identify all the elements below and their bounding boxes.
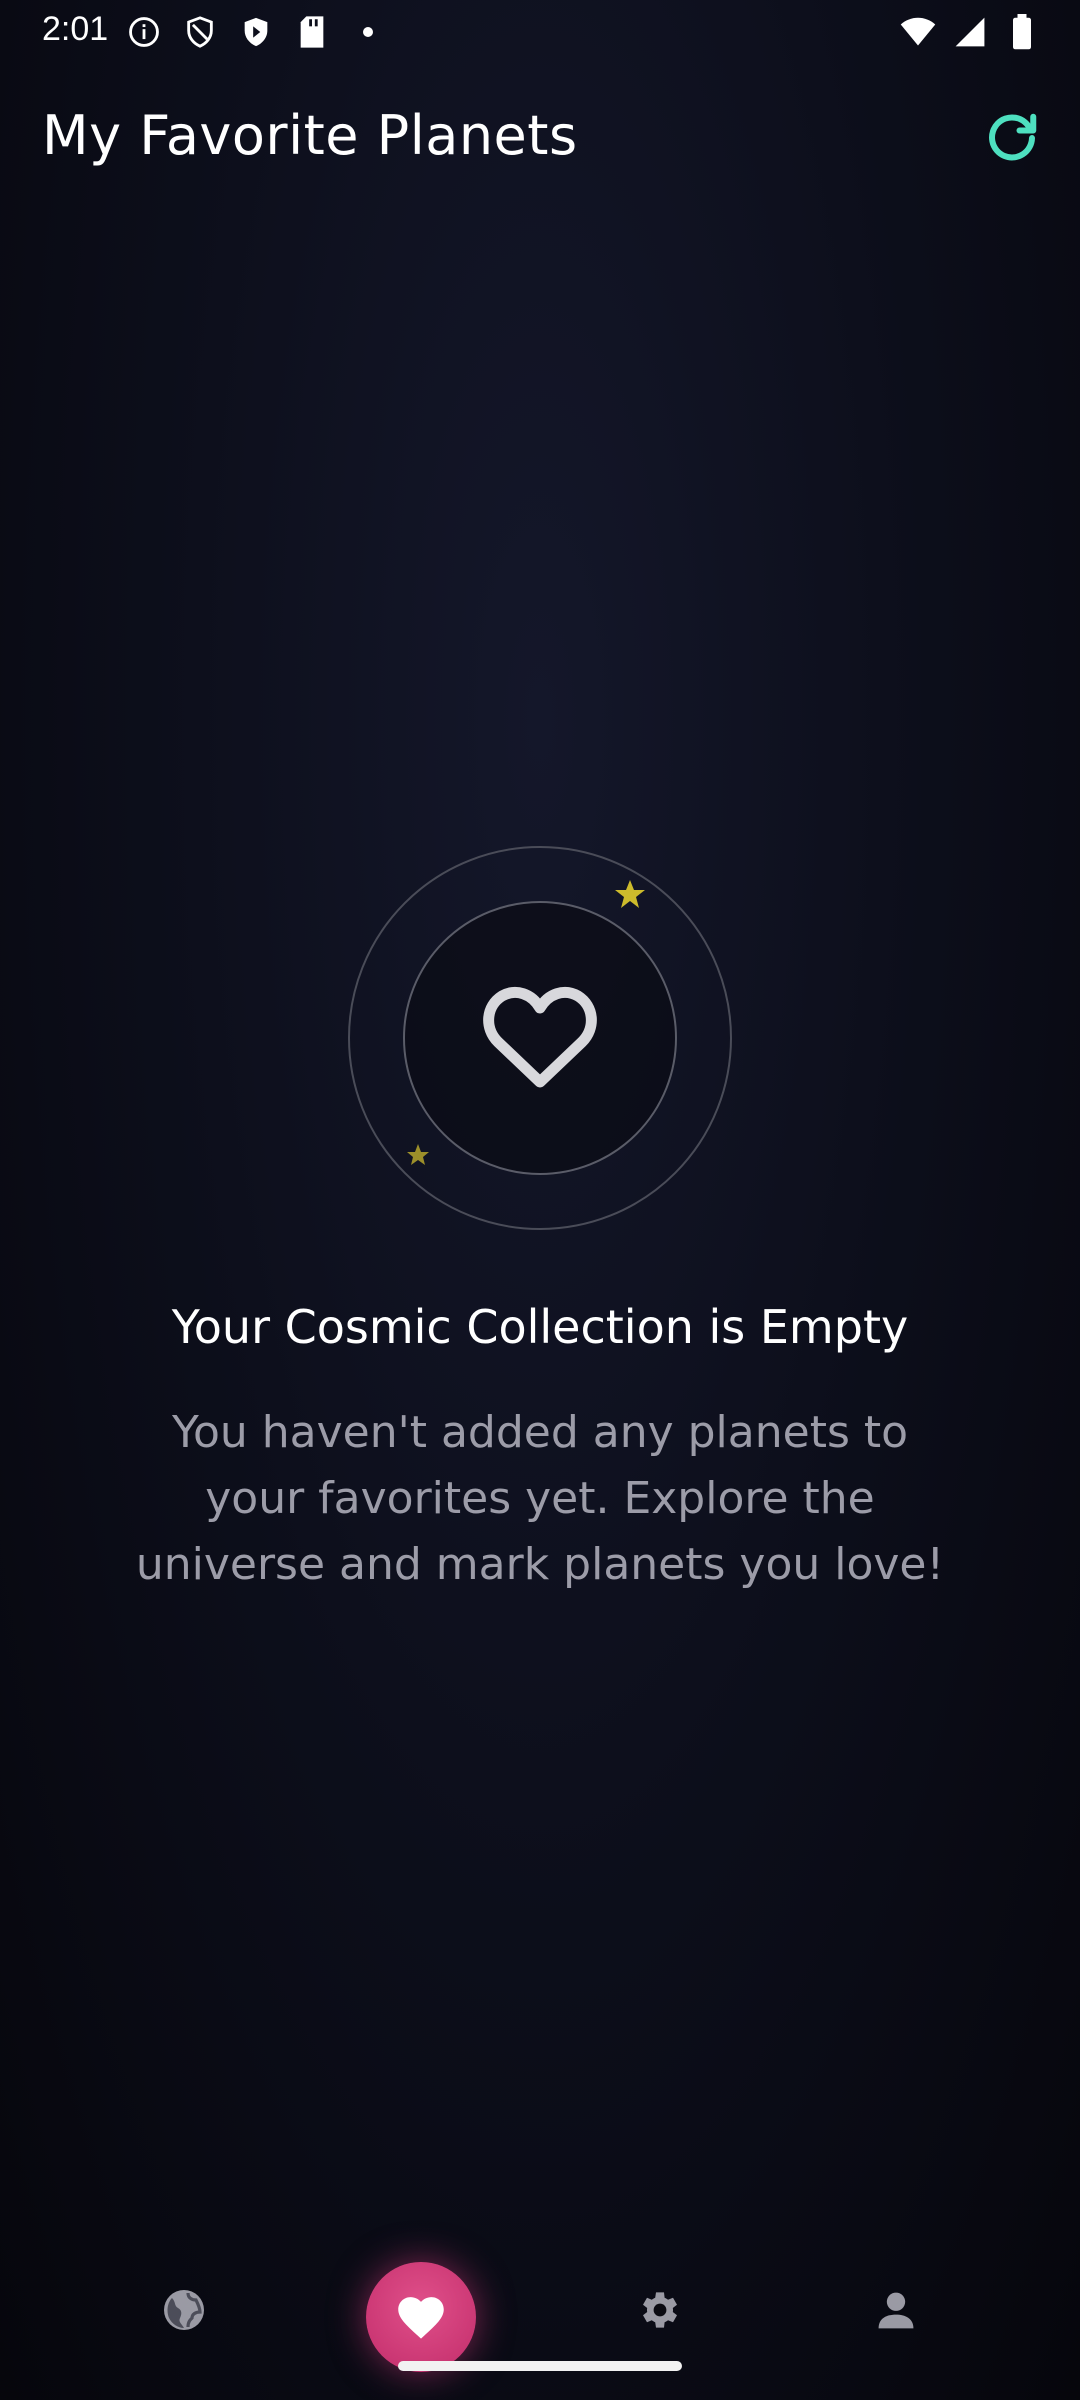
refresh-button[interactable] bbox=[982, 108, 1042, 168]
star-icon bbox=[407, 1144, 429, 1165]
nav-item-settings[interactable] bbox=[598, 2270, 718, 2350]
bottom-nav bbox=[0, 2240, 1080, 2400]
status-icons-left bbox=[126, 14, 386, 50]
sd-card-icon bbox=[294, 14, 330, 50]
dot-icon bbox=[350, 14, 386, 50]
globe-icon bbox=[164, 2290, 204, 2330]
refresh-icon bbox=[989, 113, 1037, 161]
empty-state-graphic bbox=[348, 846, 732, 1230]
wifi-icon bbox=[900, 14, 936, 50]
heart-icon bbox=[398, 2297, 444, 2339]
nav-item-favorites[interactable] bbox=[366, 2262, 476, 2372]
signal-icon bbox=[952, 14, 988, 50]
empty-state-title: Your Cosmic Collection is Empty bbox=[171, 1300, 909, 1354]
home-indicator[interactable] bbox=[398, 2361, 682, 2371]
empty-state-description: You haven't added any planets to your fa… bbox=[135, 1407, 945, 1590]
status-bar: 2:01 bbox=[0, 0, 1080, 64]
gear-icon bbox=[643, 2292, 677, 2328]
play-shield-icon bbox=[238, 14, 274, 50]
status-time: 2:01 bbox=[42, 10, 109, 48]
shield-icon bbox=[182, 14, 218, 50]
star-icon bbox=[615, 880, 645, 908]
nav-item-explore[interactable] bbox=[124, 2270, 244, 2350]
person-icon bbox=[878, 2292, 914, 2329]
battery-icon bbox=[1004, 14, 1040, 50]
status-icons-right bbox=[900, 14, 1040, 50]
page-title: My Favorite Planets bbox=[42, 104, 578, 167]
info-icon bbox=[126, 14, 162, 50]
nav-item-profile[interactable] bbox=[836, 2270, 956, 2350]
app-bar: My Favorite Planets bbox=[0, 90, 1080, 186]
